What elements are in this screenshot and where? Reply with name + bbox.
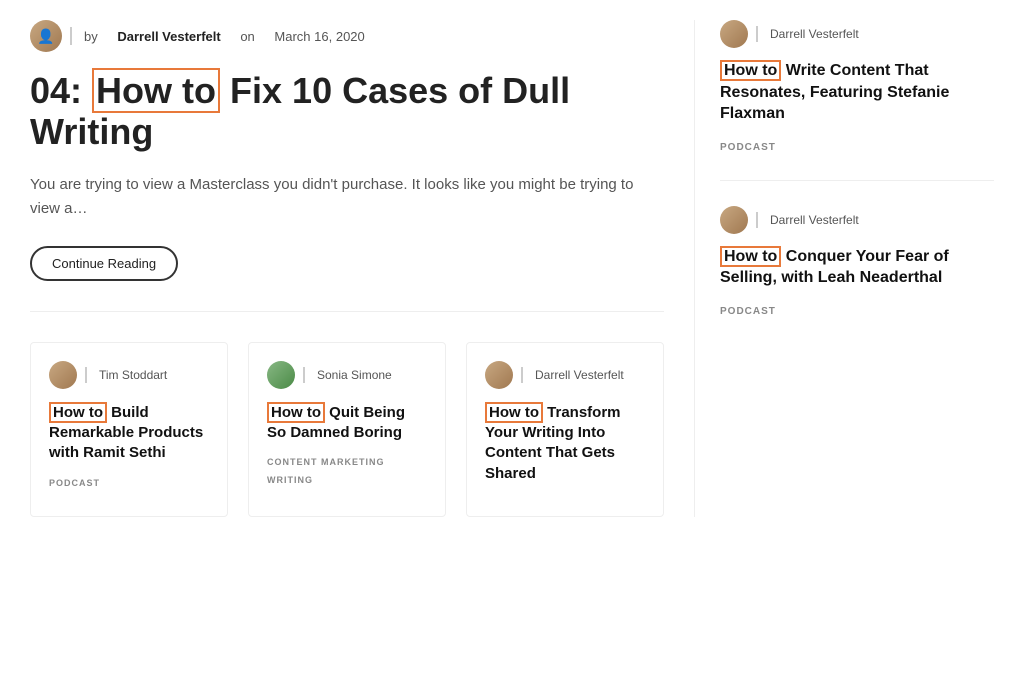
sidebar-author-name-2: Darrell Vesterfelt	[770, 213, 859, 227]
sidebar-card-1: Darrell Vesterfelt How to Write Content …	[720, 20, 994, 181]
card-divider-3	[521, 367, 523, 383]
card-title-highlight-3: How to	[485, 402, 543, 423]
sidebar-author-meta-2: Darrell Vesterfelt	[720, 206, 994, 234]
card-avatar-3	[485, 361, 513, 389]
sidebar-avatar-2	[720, 206, 748, 234]
article-title-highlight: How to	[92, 68, 220, 113]
sidebar-title-1: How to Write Content That Resonates, Fea…	[720, 60, 994, 125]
card-title-2: How to Quit Being So Damned Boring	[267, 403, 427, 444]
bottom-card-1: Tim Stoddart How to Build Remarkable Pro…	[30, 342, 228, 517]
card-tag-2-1: WRITING	[267, 475, 313, 485]
author-avatar-img: 👤	[30, 20, 62, 52]
sidebar-avatar-1	[720, 20, 748, 48]
article-author-meta: 👤 by Darrell Vesterfelt on March 16, 202…	[30, 20, 664, 52]
card-tags-1: PODCAST	[49, 478, 209, 488]
card-avatar-1	[49, 361, 77, 389]
sidebar-title-highlight-2: How to	[720, 246, 781, 267]
card-divider-2	[303, 367, 305, 383]
card-tag-2-0: CONTENT MARKETING	[267, 457, 385, 467]
by-label: by	[84, 29, 98, 44]
card-author-name-1: Tim Stoddart	[99, 368, 167, 382]
card-author-name-3: Darrell Vesterfelt	[535, 368, 624, 382]
card-title-1: How to Build Remarkable Products with Ra…	[49, 403, 209, 464]
sidebar-author-name-1: Darrell Vesterfelt	[770, 27, 859, 41]
main-article: 👤 by Darrell Vesterfelt on March 16, 202…	[30, 20, 664, 312]
card-author-meta-3: Darrell Vesterfelt	[485, 361, 645, 389]
card-author-meta-1: Tim Stoddart	[49, 361, 209, 389]
sidebar-title-highlight-1: How to	[720, 60, 781, 81]
sidebar: Darrell Vesterfelt How to Write Content …	[694, 20, 994, 517]
sidebar-tag-2: PODCAST	[720, 306, 776, 317]
bottom-cards-section: Tim Stoddart How to Build Remarkable Pro…	[30, 342, 664, 517]
card-title-highlight-2: How to	[267, 402, 325, 423]
card-title-3: How to Transform Your Writing Into Conte…	[485, 403, 645, 484]
bottom-card-3: Darrell Vesterfelt How to Transform Your…	[466, 342, 664, 517]
author-avatar: 👤	[30, 20, 62, 52]
card-divider-1	[85, 367, 87, 383]
on-label: on	[240, 29, 254, 44]
page-container: 👤 by Darrell Vesterfelt on March 16, 202…	[0, 0, 1024, 537]
sidebar-divider-2	[756, 212, 758, 228]
bottom-card-2: Sonia Simone How to Quit Being So Damned…	[248, 342, 446, 517]
card-tags-2: CONTENT MARKETING WRITING	[267, 457, 427, 485]
card-author-meta-2: Sonia Simone	[267, 361, 427, 389]
sidebar-title-2: How to Conquer Your Fear of Selling, wit…	[720, 246, 994, 289]
sidebar-tag-1: PODCAST	[720, 142, 776, 153]
divider-line	[70, 27, 72, 45]
sidebar-author-meta-1: Darrell Vesterfelt	[720, 20, 994, 48]
continue-reading-button[interactable]: Continue Reading	[30, 246, 178, 281]
card-avatar-2	[267, 361, 295, 389]
card-title-highlight-1: How to	[49, 402, 107, 423]
sidebar-divider-1	[756, 26, 758, 42]
article-excerpt: You are trying to view a Masterclass you…	[30, 173, 664, 221]
article-title-prefix: 04:	[30, 70, 92, 111]
article-date: March 16, 2020	[274, 29, 364, 44]
sidebar-card-2: Darrell Vesterfelt How to Conquer Your F…	[720, 206, 994, 344]
article-author-name: Darrell Vesterfelt	[117, 29, 220, 44]
card-tag-1-0: PODCAST	[49, 478, 100, 488]
card-author-name-2: Sonia Simone	[317, 368, 392, 382]
article-title: 04: How to Fix 10 Cases of Dull Writing	[30, 70, 664, 153]
